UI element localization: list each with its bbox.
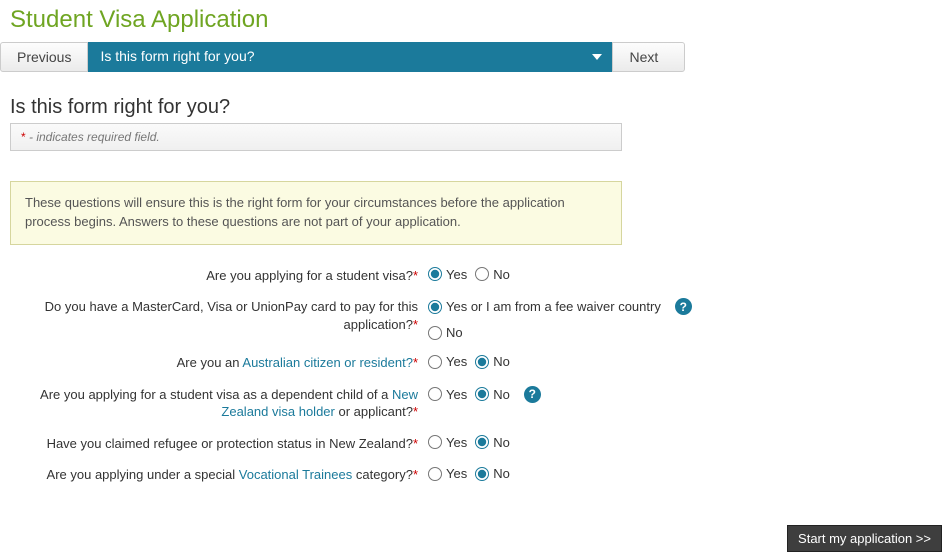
required-star: * bbox=[413, 404, 418, 419]
section-title: Is this form right for you? bbox=[10, 96, 948, 119]
radio-label-no: No bbox=[493, 354, 510, 369]
question-label: Are you an Australian citizen or residen… bbox=[10, 354, 422, 372]
radio-label-yes: Yes bbox=[446, 354, 467, 369]
form-step-nav: Previous Is this form right for you? Nex… bbox=[0, 42, 948, 72]
radio-label-no: No bbox=[493, 267, 510, 282]
required-field-note: * - indicates required field. bbox=[10, 123, 622, 151]
radio-label-yes: Yes bbox=[446, 387, 467, 402]
start-application-button[interactable]: Start my application >> bbox=[787, 525, 942, 552]
question-controls: Yes No bbox=[422, 354, 518, 369]
question-text: Are you applying for a student visa? bbox=[206, 268, 413, 283]
help-icon[interactable]: ? bbox=[524, 386, 541, 403]
step-selector[interactable]: Is this form right for you? bbox=[88, 42, 612, 72]
question-text: Are you an bbox=[177, 355, 243, 370]
question-controls: Yes No ? bbox=[422, 386, 541, 403]
radio-no[interactable] bbox=[475, 435, 489, 449]
radio-label-no: No bbox=[446, 325, 463, 340]
radio-label-no: No bbox=[493, 435, 510, 450]
glossary-link[interactable]: Vocational Trainees bbox=[239, 467, 352, 482]
radio-yes[interactable] bbox=[428, 435, 442, 449]
next-button[interactable]: Next bbox=[612, 42, 685, 72]
required-star: * bbox=[413, 317, 418, 332]
radio-yes[interactable] bbox=[428, 355, 442, 369]
question-controls: Yes No bbox=[422, 435, 518, 450]
radio-yes[interactable] bbox=[428, 467, 442, 481]
radio-yes[interactable] bbox=[428, 387, 442, 401]
radio-no[interactable] bbox=[428, 326, 442, 340]
step-selector-label: Is this form right for you? bbox=[100, 48, 254, 64]
question-text: Are you applying under a special bbox=[47, 467, 239, 482]
question-row-australian-citizen: Are you an Australian citizen or residen… bbox=[10, 354, 948, 372]
question-label: Are you applying for a student visa?* bbox=[10, 267, 422, 285]
question-text: Are you applying for a student visa as a… bbox=[40, 387, 392, 402]
required-star: * bbox=[413, 436, 418, 451]
question-row-refugee-status: Have you claimed refugee or protection s… bbox=[10, 435, 948, 453]
question-label: Have you claimed refugee or protection s… bbox=[10, 435, 422, 453]
radio-no[interactable] bbox=[475, 355, 489, 369]
required-star: * bbox=[413, 268, 418, 283]
question-row-vocational-trainees: Are you applying under a special Vocatio… bbox=[10, 466, 948, 484]
question-text: Do you have a MasterCard, Visa or UnionP… bbox=[45, 299, 418, 332]
radio-yes[interactable] bbox=[428, 300, 442, 314]
question-row-student-visa: Are you applying for a student visa?* Ye… bbox=[10, 267, 948, 285]
question-text-post: or applicant? bbox=[335, 404, 413, 419]
question-controls: Yes or I am from a fee waiver country ? … bbox=[422, 298, 726, 340]
question-text-post: category? bbox=[352, 467, 413, 482]
radio-no[interactable] bbox=[475, 387, 489, 401]
glossary-link[interactable]: Australian citizen or resident? bbox=[242, 355, 413, 370]
question-label: Are you applying for a student visa as a… bbox=[10, 386, 422, 421]
radio-label-yes: Yes bbox=[446, 466, 467, 481]
chevron-down-icon bbox=[592, 54, 602, 60]
required-note-text: - indicates required field. bbox=[26, 130, 160, 144]
help-icon[interactable]: ? bbox=[675, 298, 692, 315]
question-label: Are you applying under a special Vocatio… bbox=[10, 466, 422, 484]
question-controls: Yes No bbox=[422, 267, 518, 282]
question-controls: Yes No bbox=[422, 466, 518, 481]
radio-label-no: No bbox=[493, 466, 510, 481]
radio-yes[interactable] bbox=[428, 267, 442, 281]
radio-label-yes: Yes bbox=[446, 435, 467, 450]
info-banner: These questions will ensure this is the … bbox=[10, 181, 622, 245]
radio-label-yes: Yes bbox=[446, 267, 467, 282]
radio-label-yes: Yes or I am from a fee waiver country bbox=[446, 299, 661, 314]
question-row-dependent-child: Are you applying for a student visa as a… bbox=[10, 386, 948, 421]
previous-button[interactable]: Previous bbox=[0, 42, 88, 72]
page-title: Student Visa Application bbox=[10, 6, 948, 34]
radio-no[interactable] bbox=[475, 467, 489, 481]
question-label: Do you have a MasterCard, Visa or UnionP… bbox=[10, 298, 422, 333]
question-text: Have you claimed refugee or protection s… bbox=[47, 436, 413, 451]
radio-label-no: No bbox=[493, 387, 510, 402]
required-star: * bbox=[413, 467, 418, 482]
radio-no[interactable] bbox=[475, 267, 489, 281]
question-row-payment-card: Do you have a MasterCard, Visa or UnionP… bbox=[10, 298, 948, 340]
required-star: * bbox=[413, 355, 418, 370]
